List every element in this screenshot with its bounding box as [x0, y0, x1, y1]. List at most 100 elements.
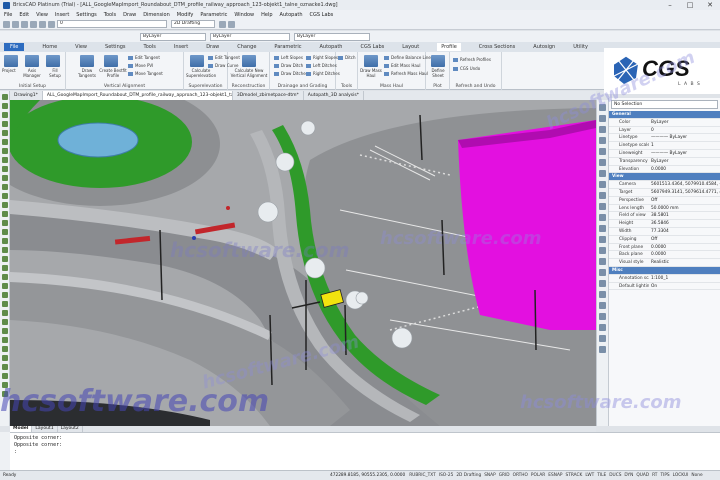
extend-tool-icon[interactable] [2, 319, 8, 325]
array-tool-icon[interactable] [2, 364, 8, 370]
region-tool-icon[interactable] [2, 202, 8, 208]
property-value[interactable]: 0.0000 [649, 166, 720, 173]
rectangle-tool-icon[interactable] [2, 130, 8, 136]
command-line-handle[interactable] [0, 432, 10, 470]
explode-tool-icon[interactable] [2, 346, 8, 352]
mechanical-browser-icon[interactable] [599, 203, 606, 210]
property-row[interactable]: Lens length 50.0000 mm [609, 205, 720, 213]
spline-tool-icon[interactable] [2, 148, 8, 154]
menu-autopath[interactable]: Autopath [280, 12, 303, 18]
menu-dimension[interactable]: Dimension [143, 12, 170, 18]
refresh-profiles-button[interactable]: Refresh Profiles [453, 57, 491, 62]
view-cube-icon[interactable] [599, 302, 606, 309]
tab-settings[interactable]: Settings [105, 44, 126, 50]
save-icon[interactable] [21, 20, 28, 28]
property-value[interactable]: 5601513.4364, 5079910.4584, -463716.3 [649, 181, 720, 188]
status-toggle-strack[interactable]: STRACK [565, 473, 582, 478]
draw-mass-haul-button[interactable]: Draw Mass Haul [360, 68, 382, 78]
property-row[interactable]: Lineweight ———— ByLayer [609, 150, 720, 158]
menu-draw[interactable]: Draw [123, 12, 136, 18]
text-tool-icon[interactable] [2, 175, 8, 181]
property-value[interactable]: 36.5846 [649, 220, 720, 227]
history-icon[interactable] [599, 280, 606, 287]
ditch-button[interactable]: Ditch [338, 55, 356, 60]
property-value[interactable]: ByLayer [649, 158, 720, 165]
property-value[interactable]: On [649, 283, 720, 290]
erase-tool-icon[interactable] [2, 355, 8, 361]
selection-dropdown[interactable]: No Selection [611, 100, 718, 109]
property-row[interactable]: Linetype ———— ByLayer [609, 134, 720, 143]
property-value[interactable]: 0.0000 [649, 244, 720, 251]
draw-ditch-button[interactable]: Draw Ditch [274, 63, 303, 68]
tab-cgs-labs[interactable]: CGS Labs [360, 44, 384, 50]
break-tool-icon[interactable] [2, 382, 8, 388]
property-value[interactable]: Off [649, 197, 720, 204]
communicator-icon[interactable] [599, 225, 606, 232]
workspace-select[interactable]: 2D Drafting [171, 20, 215, 28]
status-toggle-lockui[interactable]: LOCKUI [673, 473, 689, 478]
line-tool-icon[interactable] [2, 94, 8, 100]
chamfer-tool-icon[interactable] [2, 337, 8, 343]
property-value[interactable]: 0 [649, 127, 720, 134]
linetype-select[interactable]: ByLayer [210, 32, 290, 41]
lineweight-select[interactable]: ByLayer [294, 32, 370, 41]
calculate-new-vertical-alignment-button[interactable]: Calculate New Vertical Alignment [230, 68, 268, 78]
render-icon[interactable] [599, 159, 606, 166]
property-row[interactable]: Annotation scale1:100_1 [609, 275, 720, 283]
property-row[interactable]: Back plane 0.0000 [609, 251, 720, 260]
fill-setup-button[interactable]: Fill Setup [46, 68, 64, 78]
tab-autosign[interactable]: Autosign [533, 44, 555, 50]
status-toggle-grid[interactable]: GRID [499, 473, 510, 478]
property-row[interactable]: Layer 0 [609, 127, 720, 135]
status-toggle-rt[interactable]: RT [652, 473, 657, 478]
draw-tangents-button[interactable]: Draw Tangents [76, 68, 98, 78]
property-value[interactable]: ———— ByLayer [649, 134, 720, 141]
property-value[interactable]: 77.3304 [649, 228, 720, 235]
axis-manager-icon[interactable] [25, 55, 39, 67]
command-input[interactable]: : [14, 449, 716, 456]
menu-view[interactable]: View [36, 12, 48, 18]
tab-cross-sections[interactable]: Cross Sections [479, 44, 515, 50]
doc-tab-autopath[interactable]: Autopath_3D analysis* [304, 91, 364, 100]
right-ditches-button[interactable]: Right Ditches [306, 71, 340, 76]
status-toggle-ducs[interactable]: DUCS [609, 473, 621, 478]
properties-icon[interactable] [599, 104, 606, 111]
property-value[interactable]: Off [649, 236, 720, 243]
property-row[interactable]: Target 5607949.3141, 5079614.4771, 463716… [609, 189, 720, 197]
circle-tool-icon[interactable] [2, 121, 8, 127]
join-tool-icon[interactable] [2, 391, 8, 397]
property-row[interactable]: Transparency ByLayer [609, 158, 720, 166]
mass-haul-icon[interactable] [364, 55, 378, 67]
left-slopes-button[interactable]: Left Slopes [274, 55, 303, 60]
print-icon[interactable] [30, 20, 37, 28]
status-toggle-tips[interactable]: TIPS [660, 473, 669, 478]
command-line[interactable]: Opposite corner: Opposite corner: : [10, 432, 720, 470]
menu-tools[interactable]: Tools [104, 12, 116, 18]
menu-edit[interactable]: Edit [19, 12, 29, 18]
orbit-icon[interactable] [599, 335, 606, 342]
scale-tool-icon[interactable] [2, 283, 8, 289]
tips-icon[interactable] [599, 258, 606, 265]
library-icon[interactable] [599, 137, 606, 144]
pan-icon[interactable] [599, 324, 606, 331]
tab-parametric[interactable]: Parametric [274, 44, 301, 50]
trim-tool-icon[interactable] [2, 310, 8, 316]
polygon-tool-icon[interactable] [2, 139, 8, 145]
status-toggle-lwt[interactable]: LWT [585, 473, 594, 478]
block-tool-icon[interactable] [2, 193, 8, 199]
property-section-header[interactable]: Misc [609, 266, 720, 275]
new-icon[interactable] [3, 20, 10, 28]
bestfit-profile-button[interactable]: Create Bestfit Profile [99, 68, 127, 78]
menu-modify[interactable]: Modify [177, 12, 194, 18]
property-row[interactable]: Visual style Realistic [609, 259, 720, 267]
image-tool-icon[interactable] [2, 238, 8, 244]
property-row[interactable]: Linetype scale 1 [609, 142, 720, 150]
tab-utility[interactable]: Utility [573, 44, 588, 50]
mirror-tool-icon[interactable] [2, 292, 8, 298]
arc-tool-icon[interactable] [2, 112, 8, 118]
leader-tool-icon[interactable] [2, 229, 8, 235]
status-toggle-esnap[interactable]: ESNAP [548, 473, 562, 478]
status-toggle-ortho[interactable]: ORTHO [513, 473, 528, 478]
property-row[interactable]: Height 36.5846 [609, 220, 720, 228]
tab-view[interactable]: View [75, 44, 87, 50]
